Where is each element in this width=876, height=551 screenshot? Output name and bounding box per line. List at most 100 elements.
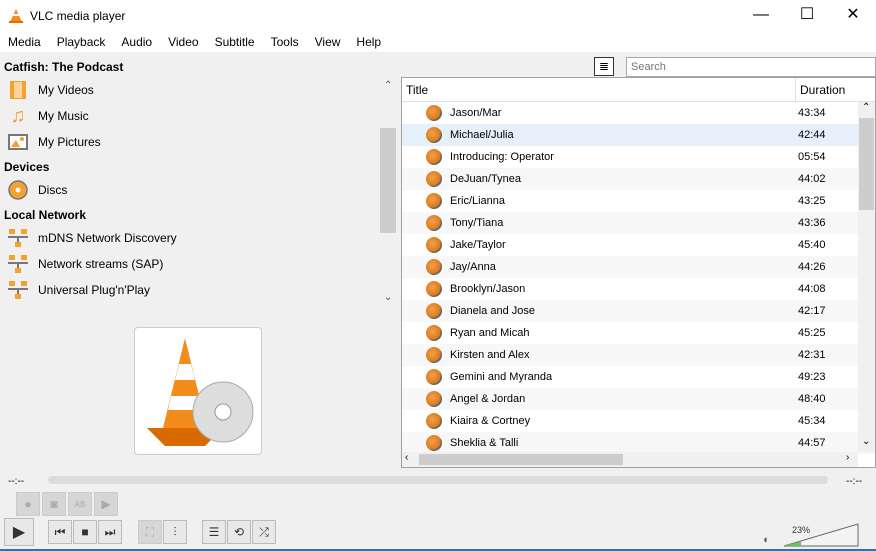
picture-icon (8, 132, 28, 152)
row-title: Gemini and Myranda (450, 371, 553, 383)
table-row[interactable]: Tony/Tiana 43:36 (402, 212, 875, 234)
stop-button[interactable]: ■ (73, 520, 97, 544)
globe-icon (426, 149, 442, 165)
row-duration: 05:54 (798, 151, 826, 163)
equalizer-icon: ⫶ (173, 524, 177, 539)
menu-media[interactable]: Media (0, 32, 49, 52)
table-row[interactable]: DeJuan/Tynea 44:02 (402, 168, 875, 190)
table-row[interactable]: Angel & Jordan 48:40 (402, 388, 875, 410)
camera-icon: ◙ (50, 497, 58, 511)
table-row[interactable]: Jake/Taylor 45:40 (402, 234, 875, 256)
menu-bar: Media Playback Audio Video Subtitle Tool… (0, 32, 876, 52)
snapshot-button[interactable]: ◙ (42, 492, 66, 516)
scroll-down-icon[interactable]: ⌄ (384, 292, 392, 303)
scroll-right-icon[interactable]: › (846, 452, 849, 463)
sidebar-item-my-videos[interactable]: My Videos (8, 78, 94, 102)
table-row[interactable]: Dianela and Jose 42:17 (402, 300, 875, 322)
scrollbar-thumb[interactable] (380, 128, 396, 233)
sidebar-item-my-music[interactable]: ♫ My Music (8, 104, 89, 128)
sidebar-item-sap[interactable]: Network streams (SAP) (8, 252, 163, 276)
menu-audio[interactable]: Audio (113, 32, 160, 52)
row-duration: 42:17 (798, 305, 826, 317)
loop-button[interactable]: ⟲ (227, 520, 251, 544)
loop-icon: ⟲ (233, 525, 245, 539)
table-row[interactable]: Michael/Julia 42:44 (402, 124, 875, 146)
sidebar-item-upnp[interactable]: Universal Plug'n'Play (8, 278, 150, 302)
menu-video[interactable]: Video (160, 32, 206, 52)
stop-icon: ■ (81, 525, 89, 539)
network-icon (8, 280, 28, 300)
table-row[interactable]: Jay/Anna 44:26 (402, 256, 875, 278)
table-row[interactable]: Sheklia & Talli 44:57 (402, 432, 875, 454)
previous-icon: ⏮ (54, 524, 66, 539)
scroll-down-icon[interactable]: ⌄ (862, 436, 870, 447)
record-button[interactable]: ● (16, 492, 40, 516)
row-title: Tony/Tiana (450, 217, 504, 229)
loop-ab-button[interactable]: AB (68, 492, 92, 516)
sidebar-item-my-pictures[interactable]: My Pictures (8, 130, 101, 154)
volume-slider[interactable] (782, 522, 860, 548)
scrollbar-thumb[interactable] (859, 118, 874, 210)
scroll-up-icon[interactable]: ⌃ (862, 102, 870, 113)
shuffle-button[interactable]: ⤮ (252, 520, 276, 544)
fullscreen-icon: ⛶ (145, 524, 155, 539)
column-duration[interactable]: Duration (795, 78, 849, 101)
speaker-icon[interactable]: ◖ (762, 534, 769, 546)
sidebar-item-label: Universal Plug'n'Play (38, 283, 150, 297)
scroll-up-icon[interactable]: ⌃ (384, 80, 392, 91)
table-row[interactable]: Jason/Mar 43:34 (402, 102, 875, 124)
row-duration: 44:08 (798, 283, 826, 295)
playlist-vscrollbar[interactable]: ⌃ ⌄ (858, 102, 875, 452)
sidebar-item-discs[interactable]: Discs (8, 178, 67, 202)
network-icon (8, 228, 28, 248)
close-button[interactable]: ✕ (830, 0, 876, 32)
sidebar-item-label: Network streams (SAP) (38, 257, 164, 271)
previous-button[interactable]: ⏮ (48, 520, 72, 544)
seek-bar[interactable] (48, 476, 828, 484)
minimize-button[interactable]: — (738, 0, 784, 32)
search-input[interactable] (626, 57, 876, 77)
column-title[interactable]: Title (406, 83, 428, 97)
elapsed-time: --:-- (8, 476, 25, 487)
scrollbar-thumb[interactable] (419, 454, 623, 465)
sidebar-item-mdns[interactable]: mDNS Network Discovery (8, 226, 177, 250)
menu-playback[interactable]: Playback (49, 32, 114, 52)
table-row[interactable]: Eric/Lianna 43:25 (402, 190, 875, 212)
maximize-button[interactable]: ☐ (784, 0, 830, 32)
globe-icon (426, 237, 442, 253)
next-icon: ⏭ (104, 524, 116, 539)
next-button[interactable]: ⏭ (98, 520, 122, 544)
row-duration: 44:57 (798, 437, 826, 449)
menu-help[interactable]: Help (348, 32, 389, 52)
globe-icon (426, 215, 442, 231)
sidebar-item-label: My Music (38, 109, 89, 123)
section-local-network: Local Network (4, 208, 87, 222)
row-duration: 44:26 (798, 261, 826, 273)
extended-settings-button[interactable]: ⫶ (163, 520, 187, 544)
menu-subtitle[interactable]: Subtitle (207, 32, 263, 52)
playlist-hscrollbar[interactable]: ‹ › (402, 452, 858, 467)
playlist-view-button[interactable]: ≣ (594, 57, 614, 76)
row-title: Ryan and Micah (450, 327, 530, 339)
fullscreen-button[interactable]: ⛶ (138, 520, 162, 544)
globe-icon (426, 369, 442, 385)
list-icon: ≣ (598, 59, 610, 73)
frame-step-icon: ▶ (101, 497, 111, 511)
menu-tools[interactable]: Tools (263, 32, 307, 52)
sidebar-scrollbar[interactable]: ⌃ ⌄ (380, 78, 396, 308)
table-row[interactable]: Kirsten and Alex 42:31 (402, 344, 875, 366)
table-row[interactable]: Introducing: Operator 05:54 (402, 146, 875, 168)
row-title: Brooklyn/Jason (450, 283, 526, 295)
table-row[interactable]: Kiaira & Cortney 45:34 (402, 410, 875, 432)
table-row[interactable]: Gemini and Myranda 49:23 (402, 366, 875, 388)
scroll-left-icon[interactable]: ‹ (405, 452, 408, 463)
playlist-toggle-button[interactable]: ☰ (202, 520, 226, 544)
play-button[interactable]: ▶ (4, 518, 34, 546)
row-title: Jason/Mar (450, 107, 502, 119)
sidebar-item-label: mDNS Network Discovery (38, 231, 177, 245)
frame-step-button[interactable]: ▶ (94, 492, 118, 516)
globe-icon (426, 413, 442, 429)
menu-view[interactable]: View (307, 32, 349, 52)
table-row[interactable]: Ryan and Micah 45:25 (402, 322, 875, 344)
table-row[interactable]: Brooklyn/Jason 44:08 (402, 278, 875, 300)
